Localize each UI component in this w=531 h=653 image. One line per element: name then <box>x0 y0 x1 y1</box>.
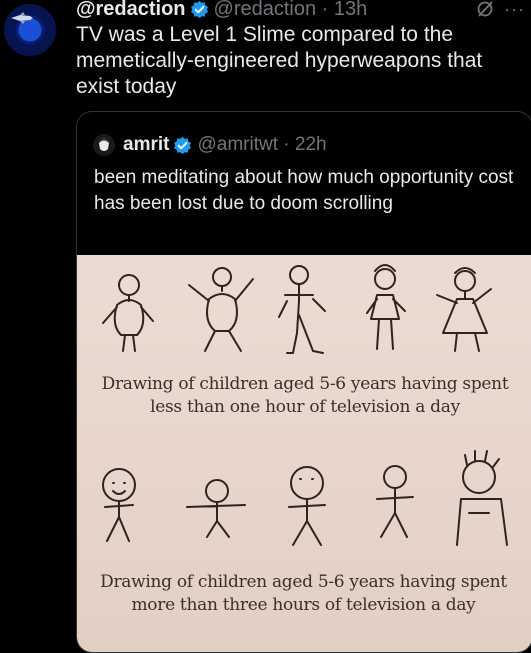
spaceship-icon <box>11 12 33 24</box>
author-name[interactable]: @redaction <box>76 0 186 20</box>
drawing-figure <box>188 267 254 352</box>
grok-icon[interactable] <box>476 0 494 18</box>
verified-badge-icon <box>174 136 192 154</box>
caption-top: Drawing of children aged 5-6 years havin… <box>101 374 509 417</box>
more-icon[interactable]: ··· <box>504 0 525 18</box>
verified-badge-icon <box>190 0 208 18</box>
quote-header: amrit @amritwt · 22h <box>93 134 327 156</box>
drawing-figure <box>376 465 414 538</box>
drawing-figure <box>436 267 492 352</box>
dot-separator: · <box>316 0 334 20</box>
drawing-figure <box>102 274 154 352</box>
quote-text: been meditating about how much opportuni… <box>94 167 514 214</box>
quoted-tweet[interactable]: amrit @amritwt · 22h been meditating abo… <box>76 111 531 653</box>
face-icon <box>93 134 115 156</box>
quote-author-handle[interactable]: @amritwt <box>197 134 278 156</box>
drawing-figure <box>366 264 406 350</box>
drawing-figure <box>186 479 246 538</box>
drawing-figure <box>278 265 326 354</box>
author-handle[interactable]: @redaction <box>214 0 317 20</box>
tweet-time[interactable]: 13h <box>334 0 367 20</box>
tweet-text: TV was a Level 1 Slime compared to the m… <box>76 23 483 98</box>
tweet-header: @redaction @redaction · 13h <box>76 0 367 20</box>
dot-separator: · <box>277 134 295 155</box>
caption-bottom: Drawing of children aged 5-6 years havin… <box>100 572 507 615</box>
quote-author-avatar[interactable] <box>93 134 115 156</box>
author-avatar[interactable] <box>4 4 56 56</box>
attached-photo[interactable]: Drawing of children aged 5-6 years havin… <box>77 255 531 652</box>
quote-author-name[interactable]: amrit <box>123 134 169 156</box>
quote-time[interactable]: 22h <box>295 134 327 156</box>
drawing-figure <box>456 450 508 546</box>
drawing-figure <box>102 468 136 542</box>
drawing-figure <box>288 466 326 546</box>
